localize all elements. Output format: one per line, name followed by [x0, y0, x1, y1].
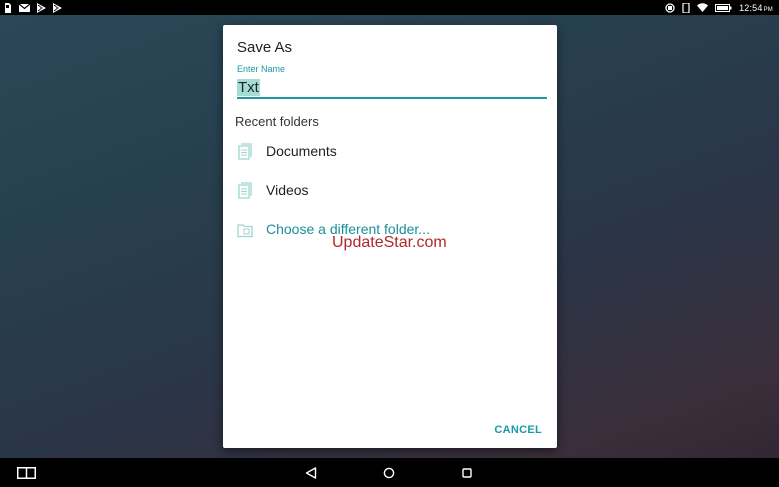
multi-window-icon[interactable] [16, 465, 36, 481]
cancel-button[interactable]: CANCEL [494, 424, 542, 436]
sd-card-icon [4, 2, 12, 13]
enter-name-label: Enter Name [237, 64, 286, 74]
recent-folders-label: Recent folders [235, 114, 319, 129]
document-icon [235, 141, 255, 161]
folder-label: Videos [266, 182, 309, 198]
folder-item-videos[interactable]: Videos [235, 175, 545, 205]
folder-browse-icon [235, 219, 255, 239]
navigation-bar [0, 458, 779, 487]
save-as-dialog: Save As Enter Name Txt Recent folders Do… [223, 25, 557, 448]
home-icon[interactable] [381, 465, 397, 481]
folder-item-documents[interactable]: Documents [235, 136, 545, 166]
name-input-value[interactable]: Txt [237, 79, 260, 96]
sync-icon [665, 2, 675, 13]
play-store-icon [53, 2, 62, 13]
status-right: 12:54PM [665, 2, 773, 13]
back-icon[interactable] [303, 465, 319, 481]
document-icon [235, 180, 255, 200]
folder-label: Documents [266, 143, 337, 159]
status-time: 12:54PM [739, 2, 773, 13]
rotation-icon [682, 2, 690, 13]
watermark: UpdateStar.com [332, 234, 447, 251]
mail-icon [19, 2, 30, 13]
dialog-title: Save As [237, 39, 293, 56]
recents-icon[interactable] [459, 465, 475, 481]
status-left [4, 2, 62, 13]
play-store-icon [37, 2, 46, 13]
battery-icon [715, 2, 732, 13]
name-input[interactable]: Txt [237, 77, 547, 99]
wifi-icon [697, 2, 709, 13]
status-bar: 12:54PM [0, 0, 779, 15]
